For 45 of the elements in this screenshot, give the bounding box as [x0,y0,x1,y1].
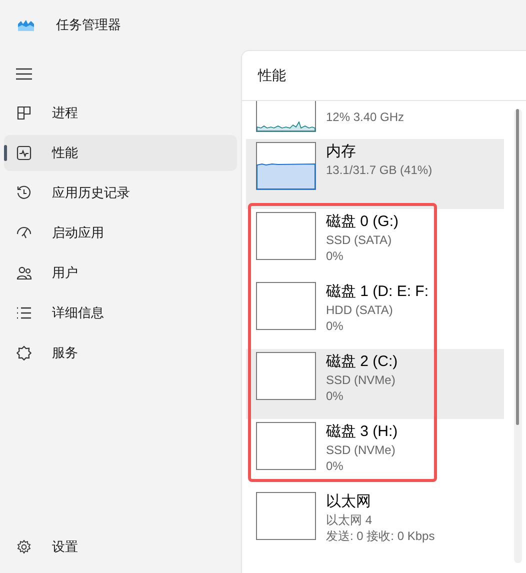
device-name: 磁盘 3 (H:) [326,422,398,442]
usage-graph [256,212,316,260]
panel-title: 性能 [258,66,286,85]
usage-graph [256,282,316,330]
device-name: 磁盘 2 (C:) [326,352,398,372]
users-icon [16,265,32,281]
processes-icon [16,105,32,121]
performance-icon [16,145,32,161]
nav-item[interactable]: 进程 [4,95,237,131]
device-detail: HDD (SATA) [326,302,394,318]
memory-item[interactable]: 内存 13.1/31.7 GB (41%) [246,139,504,209]
device-detail: 12% 3.40 GHz [326,109,404,125]
nav-item[interactable]: 详细信息 [4,295,237,331]
disk-item[interactable]: 磁盘 2 (C:) SSD (NVMe) 0% [246,349,504,419]
app-logo-icon [18,20,34,30]
window-title: 任务管理器 [56,16,121,34]
device-name: 以太网 [326,492,372,512]
nav-item[interactable]: 用户 [4,255,237,291]
memory-graph [256,142,316,190]
nav-item[interactable]: 应用历史记录 [4,175,237,211]
nav-item[interactable]: 启动应用 [4,215,237,251]
nav-item[interactable]: 性能 [4,135,237,171]
device-detail: SSD (NVMe) [326,442,396,458]
device-name: 磁盘 0 (G:) [326,212,399,232]
usage-value: 发送: 0 接收: 0 Kbps [326,528,435,544]
usage-graph [256,422,316,470]
usage-value: 0% [326,388,344,404]
device-detail: SSD (SATA) [326,232,393,248]
device-detail: 以太网 4 [326,512,374,528]
usage-graph [256,492,316,540]
history-icon [16,185,32,201]
usage-value: 0% [326,458,344,474]
settings-item[interactable]: 设置 [4,529,237,565]
device-name: 内存 [326,142,357,162]
settings-icon [16,539,32,555]
scrollbar[interactable] [514,109,522,563]
menu-icon[interactable] [16,68,32,80]
usage-graph [256,352,316,400]
usage-value: 0% [326,248,344,264]
device-detail: SSD (NVMe) [326,372,396,388]
device-name: 磁盘 1 (D: E: F: [326,282,429,302]
device-detail: 13.1/31.7 GB (41%) [326,162,432,178]
usage-value: 0% [326,318,344,334]
nav-item[interactable]: 服务 [4,335,237,371]
details-icon [16,305,32,321]
